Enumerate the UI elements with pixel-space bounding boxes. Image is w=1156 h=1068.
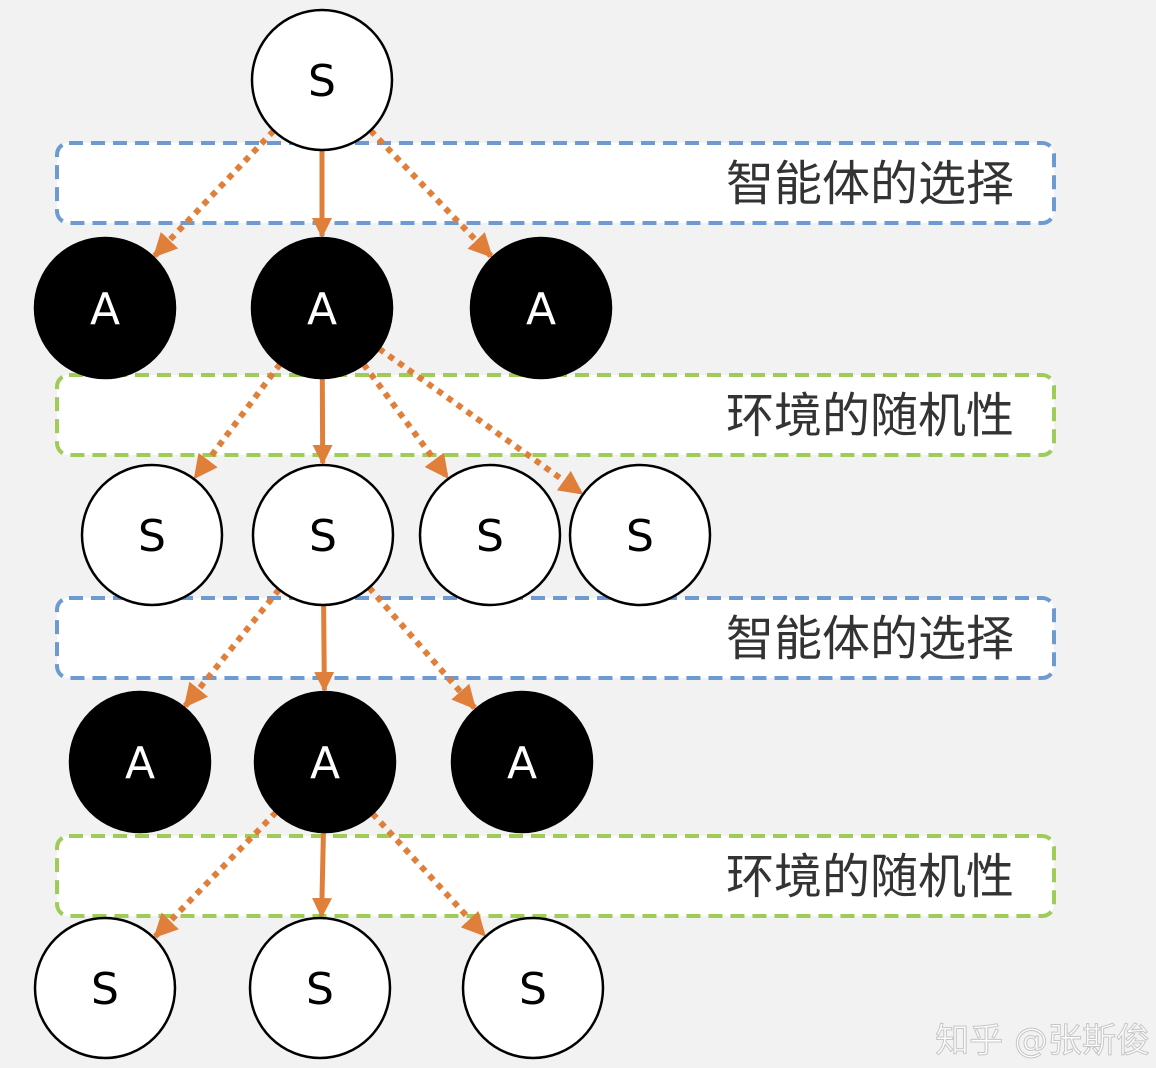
band-agent-1-label: 智能体的选择 — [726, 156, 1014, 212]
node-label-a3: A — [526, 284, 556, 335]
band-env-2-label: 环境的随机性 — [726, 849, 1014, 905]
search-tree-diagram: 智能体的选择环境的随机性智能体的选择环境的随机性 SA A AS S S SA A AS S S … — [33, 8, 1151, 1062]
node-label-a4: A — [125, 738, 155, 789]
watermark: 知乎 @张斯俊 — [935, 1021, 1150, 1061]
node-label-s7: S — [519, 964, 547, 1015]
node-label-s1: S — [138, 511, 166, 562]
edge-s2-a5 — [314, 604, 335, 693]
band-agent-2-label: 智能体的选择 — [726, 611, 1014, 667]
node-label-s3: S — [476, 511, 504, 562]
node-label-s0: S — [308, 56, 336, 107]
node-label-a1: A — [90, 284, 120, 335]
node-label-s4: S — [626, 511, 654, 562]
node-label-s2: S — [309, 511, 337, 562]
node-label-s5: S — [91, 964, 119, 1015]
node-label-a2: A — [307, 284, 337, 335]
edge-a5-s6 — [311, 831, 332, 919]
node-label-a6: A — [507, 738, 537, 789]
node-label-s6: S — [306, 964, 334, 1015]
node-label-a5: A — [310, 738, 340, 789]
band-env-1-label: 环境的随机性 — [726, 388, 1014, 444]
